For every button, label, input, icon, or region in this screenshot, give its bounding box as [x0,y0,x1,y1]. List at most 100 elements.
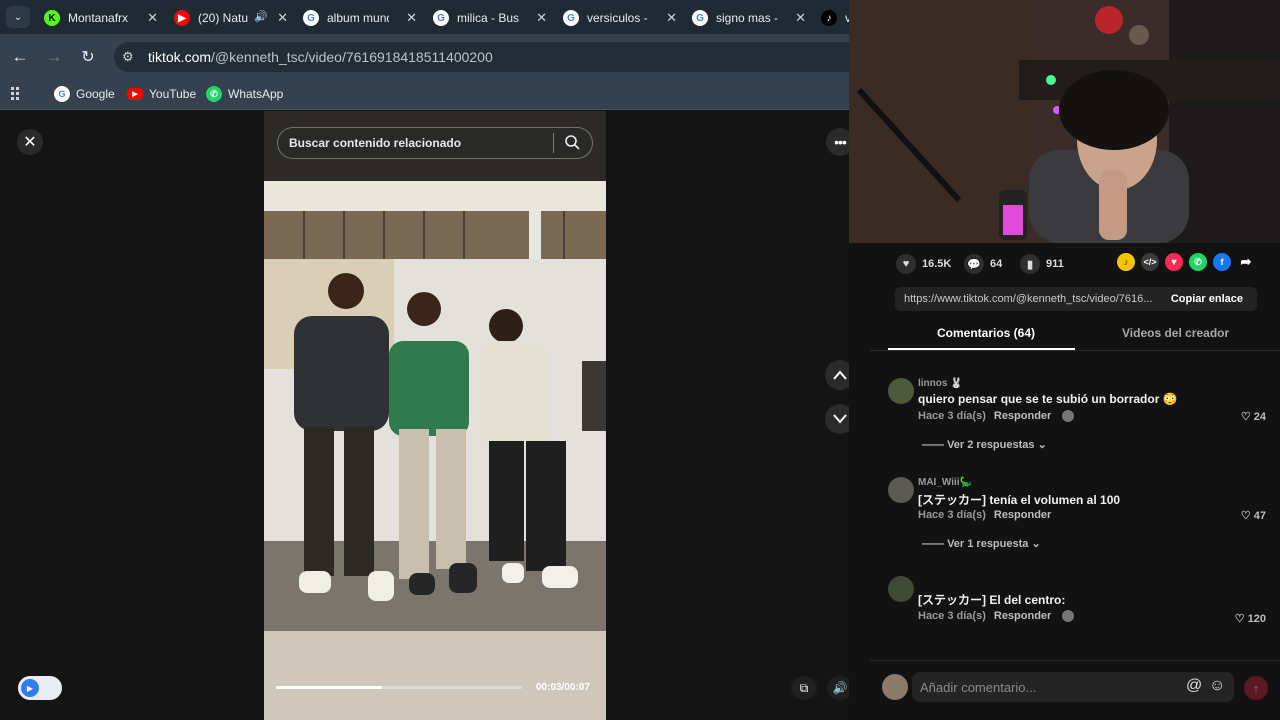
reply-button[interactable]: Responder [994,509,1051,521]
video-progress-track[interactable] [276,686,522,689]
tab-creator-videos[interactable]: Videos del creador [1122,326,1229,340]
tab-title: Montanafrx [68,11,129,25]
related-search-input[interactable]: Buscar contenido relacionado [277,127,593,159]
browser-tab[interactable]: K Montanafrx ✕ [36,4,164,32]
comment-meta: Hace 3 día(s) Responder [918,610,1075,623]
browser-tab[interactable]: Gsigno mas - ✕ [684,4,812,32]
embed-icon[interactable]: </> [1141,253,1159,271]
video-progress-fill [276,686,382,689]
comment-text: [ステッカー] El del centro: [918,593,1066,607]
comment-username[interactable]: linnos 🐰 [918,378,963,389]
bookmark-label: YouTube [149,87,197,101]
comment-meta: Hace 3 día(s) Responder [918,509,1051,521]
url-host: tiktok.com [148,49,212,65]
facebook-icon[interactable]: f [1213,253,1231,271]
comment-text: [ステッカー] tenía el volumen al 100 [918,493,1121,507]
tab-favicon-icon: G [433,10,449,26]
avatar[interactable] [888,378,914,404]
address-bar[interactable]: ⚙ tiktok.com/@kenneth_tsc/video/76169184… [114,42,849,72]
comment-username[interactable]: MAI_Wiii🦕 [918,477,972,488]
browser-tab[interactable]: ▶ (20) Natu ✕ 🔊 [166,4,294,32]
back-button[interactable]: ← [9,46,31,68]
comment-input-placeholder: Añadir comentario... [920,679,1037,695]
share-arrow-icon[interactable]: ➦ [1237,253,1255,271]
comment-item: linnos 🐰 quiero pensar que se te subió u… [888,378,1268,451]
reload-button[interactable]: ↻ [77,46,99,68]
related-search-placeholder: Buscar contenido relacionado [289,136,462,150]
tab-favicon-icon: K [44,10,60,26]
comment-button[interactable]: 💬 64 [964,254,1002,274]
tab-favicon-icon: G [692,10,708,26]
comment-like-button[interactable]: ♡ 120 [1235,612,1266,625]
youtube-icon: ▶ [127,88,143,100]
like-button[interactable]: ♥ 16.5K [896,254,951,274]
comment-item: MAI_Wiii🦕 [ステッカー] tenía el volumen al 10… [888,477,1268,550]
creator-liked-avatar-icon [1062,410,1075,423]
copy-link-button[interactable]: Copiar enlace [1171,293,1243,305]
heart-icon: ♥ [896,254,916,274]
view-replies-button[interactable]: —— Ver 1 respuesta ⌄ [922,537,1041,550]
comment-like-button[interactable]: ♡ 24 [1241,410,1266,423]
tab-close-icon[interactable]: ✕ [147,10,158,26]
floating-player-icon[interactable]: ⧉ [791,676,817,700]
post-comment-button[interactable]: ↑ [1244,676,1268,700]
comment-meta: Hace 3 día(s) Responder [918,410,1075,423]
search-icon[interactable] [564,134,580,153]
video-player[interactable]: 00:03/00:07 [264,111,606,720]
avatar [882,674,908,700]
browser-tab[interactable]: Gversiculos - I ✕ [555,4,683,32]
send-icon[interactable]: ▼ [1165,253,1183,271]
tab-comments[interactable]: Comentarios (64) [937,326,1035,340]
mention-icon[interactable]: @ [1186,677,1202,695]
bookmark-whatsapp[interactable]: ✆ WhatsApp [206,84,283,104]
bookmark-label: WhatsApp [228,87,284,101]
webcam-image [849,0,1280,243]
bell-icon[interactable]: ♪ [1117,253,1135,271]
like-count: 16.5K [922,258,952,270]
whatsapp-icon[interactable]: ✆ [1189,253,1207,271]
bookmark-google[interactable]: G Google [54,84,115,104]
comment-like-count: 24 [1253,411,1266,423]
tab-title: milica - Busc [457,11,519,25]
tab-favicon-icon: G [563,10,579,26]
save-button[interactable]: ▮ 911 [1020,254,1064,274]
avatar[interactable] [888,477,914,503]
tab-close-icon[interactable]: ✕ [406,10,417,26]
tab-search-button[interactable]: ⌄ [6,6,30,28]
autoscroll-toggle[interactable]: ▶ [18,676,62,700]
apps-icon[interactable] [11,84,25,104]
close-icon[interactable]: ✕ [17,129,43,155]
whatsapp-icon: ✆ [206,86,222,102]
tab-audio-icon[interactable]: 🔊 [254,10,268,23]
creator-liked-avatar-icon [1062,610,1075,623]
browser-tab[interactable]: ♪ v [813,4,849,32]
tabs-divider [870,350,1280,351]
forward-button[interactable]: → [43,46,65,68]
tab-title: album mund [327,11,389,25]
avatar[interactable] [888,576,914,602]
browser-tab[interactable]: Gmilica - Busc ✕ [425,4,553,32]
emoji-icon[interactable]: ☺ [1209,677,1225,695]
tab-favicon-icon: ♪ [821,10,837,26]
tab-close-icon[interactable]: ✕ [666,10,677,26]
reply-button[interactable]: Responder [994,410,1051,422]
tab-close-icon[interactable]: ✕ [277,10,288,26]
tab-favicon-icon: ▶ [174,10,190,26]
tab-close-icon[interactable]: ✕ [795,10,806,26]
browser-tab[interactable]: Galbum mund ✕ [295,4,423,32]
reply-button[interactable]: Responder [994,610,1051,622]
tab-title: versiculos - I [587,11,649,25]
bookmark-youtube[interactable]: ▶ YouTube [127,84,196,104]
bookmark-icon: ▮ [1020,254,1040,274]
search-divider [553,133,554,153]
google-icon: G [54,86,70,102]
save-count: 911 [1046,258,1064,270]
view-replies-button[interactable]: —— Ver 2 respuestas ⌄ [922,438,1047,451]
view-replies-label: Ver 1 respuesta [947,538,1029,550]
comment-count: 64 [990,258,1003,270]
site-settings-icon[interactable]: ⚙ [122,49,134,65]
bookmark-label: Google [76,87,115,101]
comment-like-button[interactable]: ♡ 47 [1241,509,1266,522]
comment-like-count: 120 [1247,613,1266,625]
tab-close-icon[interactable]: ✕ [536,10,547,26]
